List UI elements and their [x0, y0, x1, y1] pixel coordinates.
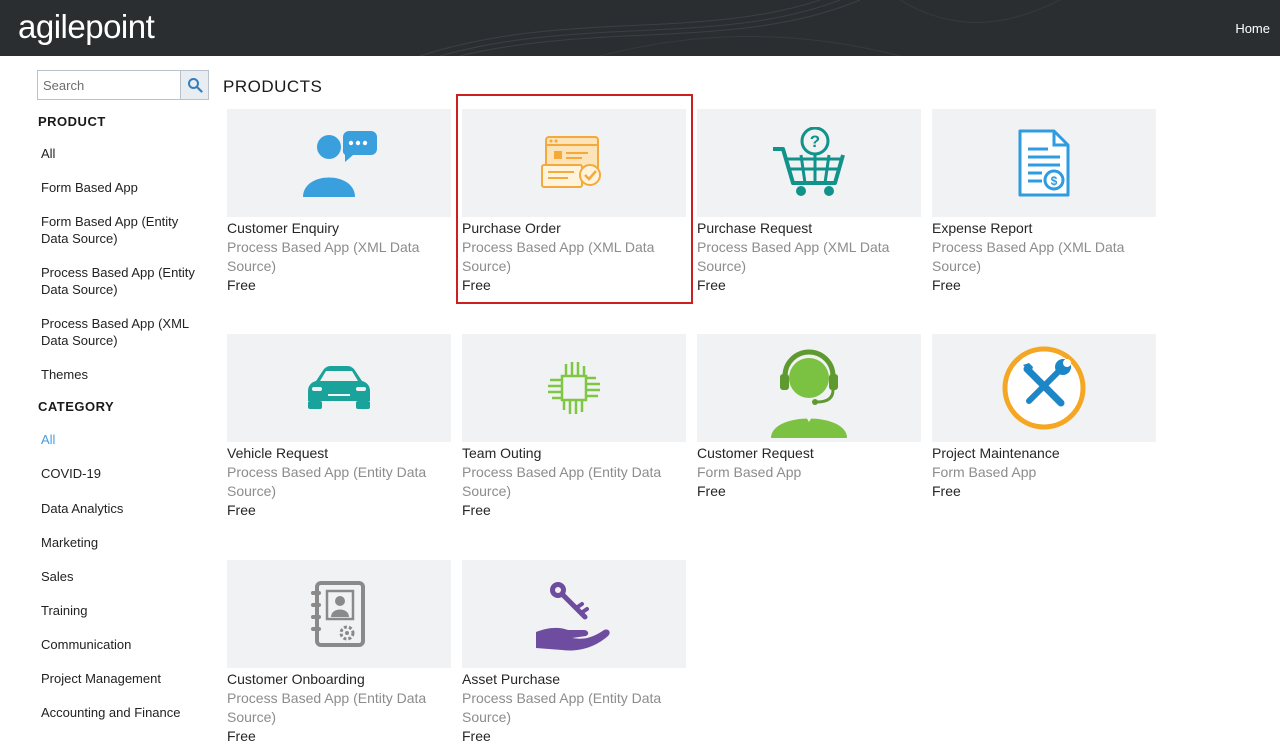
- product-card-customer-request[interactable]: Customer Request Form Based App Free: [697, 334, 921, 501]
- shopping-cart-icon: ?: [773, 127, 845, 196]
- product-name: Purchase Request: [697, 220, 813, 236]
- product-filter-form-based-app[interactable]: Form Based App: [41, 179, 211, 196]
- contact-book-icon: [311, 581, 365, 647]
- car-icon: [308, 366, 370, 409]
- product-card-team-outing[interactable]: Team Outing Process Based App (Entity Da…: [462, 334, 686, 520]
- product-thumbnail: [932, 334, 1156, 442]
- product-card-customer-enquiry[interactable]: Customer Enquiry Process Based App (XML …: [227, 109, 451, 295]
- agilepoint-logo[interactable]: agilepoint: [18, 8, 155, 46]
- product-card-expense-report[interactable]: $ Expense Report Process Based App (XML …: [932, 109, 1156, 295]
- category-section-title: CATEGORY: [38, 399, 115, 414]
- product-card-customer-onboarding[interactable]: Customer Onboarding Process Based App (E…: [227, 560, 451, 746]
- product-type: Process Based App (XML Data Source): [227, 239, 420, 274]
- product-thumbnail: ?: [697, 109, 921, 217]
- product-price: Free: [462, 728, 491, 744]
- product-price: Free: [462, 502, 491, 518]
- search-box: [37, 70, 209, 100]
- product-type: Form Based App: [697, 464, 802, 480]
- category-filter-covid-19[interactable]: COVID-19: [41, 465, 211, 482]
- product-thumbnail: [462, 334, 686, 442]
- product-card-purchase-request[interactable]: ? Purchase Request Process Based App (XM…: [697, 109, 921, 295]
- product-filter-process-entity[interactable]: Process Based App (Entity Data Source): [41, 264, 206, 298]
- product-price: Free: [227, 728, 256, 744]
- product-type: Process Based App (Entity Data Source): [462, 464, 662, 499]
- product-type: Process Based App (Entity Data Source): [462, 690, 662, 725]
- product-type: Process Based App (Entity Data Source): [227, 690, 427, 725]
- product-type: Process Based App (XML Data Source): [462, 239, 655, 274]
- product-price: Free: [697, 483, 726, 499]
- team-hands-icon: [548, 362, 600, 414]
- product-name: Project Maintenance: [932, 445, 1060, 461]
- product-card-purchase-order[interactable]: Purchase Order Process Based App (XML Da…: [462, 109, 686, 295]
- category-filter-sales[interactable]: Sales: [41, 568, 211, 585]
- home-link[interactable]: Home: [1235, 21, 1270, 36]
- product-name: Expense Report: [932, 220, 1033, 236]
- product-card-asset-purchase[interactable]: Asset Purchase Process Based App (Entity…: [462, 560, 686, 746]
- search-button[interactable]: [180, 71, 208, 99]
- svg-text:$: $: [1051, 174, 1058, 188]
- product-section-title: PRODUCT: [38, 114, 106, 129]
- product-price: Free: [462, 277, 491, 293]
- expense-report-icon: $: [1018, 129, 1070, 197]
- product-filter-process-xml[interactable]: Process Based App (XML Data Source): [41, 315, 201, 349]
- product-name: Customer Request: [697, 445, 814, 461]
- product-name: Purchase Order: [462, 220, 561, 236]
- product-thumbnail: [462, 109, 686, 217]
- product-name: Vehicle Request: [227, 445, 329, 461]
- purchase-order-icon: [541, 136, 601, 188]
- product-card-project-maintenance[interactable]: Project Maintenance Form Based App Free: [932, 334, 1156, 501]
- product-thumbnail: [697, 334, 921, 442]
- tools-icon: [1002, 346, 1086, 430]
- product-type: Form Based App: [932, 464, 1037, 480]
- svg-text:?: ?: [810, 132, 820, 151]
- product-thumbnail: [227, 109, 451, 217]
- category-filter-communication[interactable]: Communication: [41, 636, 211, 653]
- product-thumbnail: [227, 560, 451, 668]
- category-filter-marketing[interactable]: Marketing: [41, 534, 211, 551]
- search-icon: [187, 78, 203, 93]
- product-filter-form-entity[interactable]: Form Based App (Entity Data Source): [41, 213, 191, 247]
- product-thumbnail: $: [932, 109, 1156, 217]
- header-background-pattern: [419, 0, 1061, 56]
- product-type: Process Based App (Entity Data Source): [227, 464, 427, 499]
- product-name: Asset Purchase: [462, 671, 561, 687]
- category-filter-training[interactable]: Training: [41, 602, 211, 619]
- product-price: Free: [932, 277, 961, 293]
- product-name: Customer Onboarding: [227, 671, 365, 687]
- product-type: Process Based App (XML Data Source): [697, 239, 890, 274]
- product-price: Free: [227, 502, 256, 518]
- product-name: Customer Enquiry: [227, 220, 340, 236]
- category-filter-all[interactable]: All: [41, 431, 211, 448]
- category-filter-data-analytics[interactable]: Data Analytics: [41, 500, 211, 517]
- product-price: Free: [932, 483, 961, 499]
- page-title: PRODUCTS: [223, 77, 323, 96]
- category-filter-accounting-finance[interactable]: Accounting and Finance: [41, 704, 211, 721]
- product-thumbnail: [227, 334, 451, 442]
- product-filter-all[interactable]: All: [41, 145, 211, 162]
- headset-agent-icon: [771, 349, 847, 438]
- product-type: Process Based App (XML Data Source): [932, 239, 1125, 274]
- product-price: Free: [227, 277, 256, 293]
- customer-enquiry-icon: [303, 131, 377, 197]
- product-name: Team Outing: [462, 445, 542, 461]
- filter-sidebar: [37, 70, 217, 100]
- product-price: Free: [697, 277, 726, 293]
- product-thumbnail: [462, 560, 686, 668]
- search-input[interactable]: [38, 71, 182, 99]
- product-card-vehicle-request[interactable]: Vehicle Request Process Based App (Entit…: [227, 334, 451, 520]
- category-filter-project-management[interactable]: Project Management: [41, 670, 211, 687]
- product-filter-themes[interactable]: Themes: [41, 366, 211, 383]
- key-hand-icon: [536, 582, 610, 651]
- top-navbar: agilepoint Home: [0, 0, 1280, 56]
